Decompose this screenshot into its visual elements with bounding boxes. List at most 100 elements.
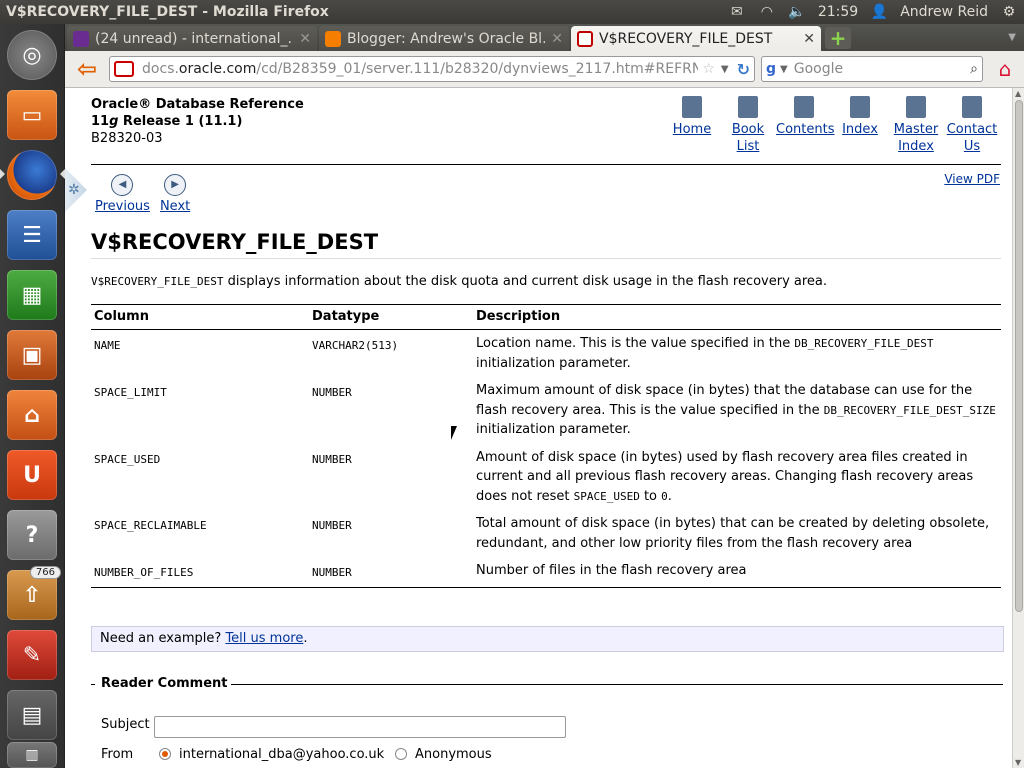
tab-inbox[interactable]: (24 unread) - international_... ✕ <box>67 26 317 51</box>
subject-label: Subject <box>101 717 150 732</box>
nav-contents[interactable]: Contents <box>776 96 834 155</box>
nav-index[interactable]: Index <box>832 96 888 155</box>
nav-link[interactable]: Master <box>894 122 938 137</box>
view-pdf-link[interactable]: View PDF <box>944 172 1000 186</box>
nav-link[interactable]: Contact <box>947 122 998 137</box>
header-datatype: Datatype <box>309 304 473 330</box>
volume-icon[interactable]: 🔈 <box>788 4 806 20</box>
user-icon: 👤 <box>870 4 888 20</box>
help-icon[interactable]: ? <box>7 510 57 560</box>
table-row: NUMBER_OF_FILES NUMBER Number of files in … <box>91 557 1001 588</box>
gear-icon[interactable]: ⚙ <box>1000 4 1018 20</box>
clock[interactable]: 21:59 <box>818 4 858 20</box>
blogger-icon <box>325 30 341 47</box>
url-bar[interactable]: docs.oracle.com/cd/B28359_01/server.111/… <box>109 56 755 82</box>
firefox-icon[interactable] <box>7 150 57 200</box>
table-row: SPACE_USED NUMBER Amount of disk space (in… <box>91 444 1001 511</box>
update-count-badge: 766 <box>29 566 61 579</box>
scrollbar-thumb[interactable] <box>1015 100 1023 612</box>
tell-us-more-link[interactable]: Tell us more <box>225 631 303 646</box>
cell-datatype: NUMBER <box>312 519 352 532</box>
gear-icon: ✲ <box>68 182 80 198</box>
scroll-up-icon[interactable]: ▲ <box>1015 89 1021 98</box>
user-name[interactable]: Andrew Reid <box>900 4 988 20</box>
software-center-icon[interactable]: ⌂ <box>7 390 57 440</box>
window-title: V$RECOVERY_FILE_DEST - Mozilla Firefox <box>6 4 329 20</box>
new-tab-button[interactable]: + <box>825 26 851 50</box>
cell-datatype: NUMBER <box>309 557 473 588</box>
close-icon[interactable]: ✕ <box>803 31 815 47</box>
ubuntu-one-icon[interactable]: U <box>7 450 57 500</box>
mail-icon[interactable]: ✉ <box>728 4 746 20</box>
search-input[interactable]: Google <box>794 61 970 77</box>
table-row: NAME VARCHAR2(513) Location name. This is … <box>91 330 1001 378</box>
example-box: Need an example? Tell us more. <box>91 626 1004 652</box>
dash-home-icon[interactable]: ◎ <box>7 30 57 80</box>
search-bar[interactable]: g ▼ Google ⌕ <box>761 56 983 82</box>
prev-next: ◀ Previous ▶ Next <box>95 174 190 214</box>
nav-book-list[interactable]: Book List <box>720 96 776 155</box>
nav-link[interactable]: Index <box>842 122 878 137</box>
cell-datatype: NUMBER <box>312 452 352 466</box>
sidebar-toggle[interactable]: ✲ <box>65 168 87 212</box>
wifi-icon[interactable]: ◠ <box>758 4 776 20</box>
nav-link[interactable]: Home <box>673 122 711 137</box>
home-button[interactable]: ⌂ <box>991 57 1019 81</box>
anonymous-radio[interactable] <box>395 748 407 760</box>
table-header-row: Column Datatype Description <box>91 304 1001 330</box>
nav-bar: ⇦ docs.oracle.com/cd/B28359_01/server.11… <box>65 51 1024 88</box>
tab-list-icon[interactable]: ▼ <box>1008 32 1016 43</box>
book-list-icon <box>738 96 758 118</box>
trash-icon[interactable]: ▥ <box>7 742 57 768</box>
close-icon[interactable]: ✕ <box>299 31 311 47</box>
history-dropdown-icon[interactable]: ▼ <box>721 64 729 75</box>
page-scrollbar[interactable]: ▲ ▼ <box>1012 88 1024 768</box>
subject-input[interactable] <box>154 716 566 738</box>
launcher: ◎ ▭ ☰ ▦ ▣ ⌂ U ? ⇧ 766 ✎ ▤ ▥ <box>0 24 65 768</box>
email-radio[interactable] <box>159 748 171 760</box>
nav-master-index[interactable]: Master Index <box>888 96 944 155</box>
update-manager-icon[interactable]: ⇧ 766 <box>7 566 61 620</box>
left-arrow-icon: ◀ <box>111 174 134 196</box>
oracle-icon <box>577 30 593 47</box>
cell-column: SPACE_LIMIT <box>94 386 167 399</box>
columns-table: Column Datatype Description NAME VARCHAR2… <box>91 304 1001 588</box>
nav-link[interactable]: Book <box>732 122 764 137</box>
bookmark-star-icon[interactable]: ☆ <box>702 61 715 77</box>
page-title: V$RECOVERY_FILE_DEST <box>91 230 379 254</box>
anonymous-label: Anonymous <box>415 747 492 762</box>
impress-icon[interactable]: ▣ <box>7 330 57 380</box>
reload-icon[interactable]: ↻ <box>737 60 750 79</box>
cell-datatype: NUMBER <box>312 386 352 399</box>
google-icon[interactable]: g <box>766 61 776 77</box>
cell-column: NAME <box>94 339 121 352</box>
search-icon[interactable]: ⌕ <box>970 61 978 77</box>
index-icon <box>850 96 870 118</box>
workspaces-icon[interactable]: ▤ <box>7 690 57 740</box>
files-icon[interactable]: ▭ <box>7 90 57 140</box>
back-button[interactable]: ⇦ <box>69 54 105 84</box>
mouse-cursor <box>451 426 463 440</box>
nav-link[interactable]: Contents <box>776 122 834 137</box>
writer-icon[interactable]: ☰ <box>7 210 57 260</box>
close-icon[interactable]: ✕ <box>551 31 563 47</box>
home-icon: ⌂ <box>998 57 1012 81</box>
cell-column: SPACE_USED <box>94 452 161 466</box>
site-identity-icon[interactable] <box>114 61 134 77</box>
previous-button[interactable]: ◀ Previous <box>95 174 150 214</box>
system-settings-icon[interactable]: ✎ <box>7 630 57 680</box>
right-arrow-icon: ▶ <box>164 174 187 196</box>
release: 11g Release 1 (11.1) <box>91 114 243 129</box>
nav-contact-us[interactable]: Contact Us <box>944 96 1000 155</box>
calc-icon[interactable]: ▦ <box>7 270 57 320</box>
url-text[interactable]: docs.oracle.com/cd/B28359_01/server.111/… <box>142 61 698 77</box>
next-button[interactable]: ▶ Next <box>160 174 190 214</box>
nav-home[interactable]: Home <box>664 96 720 155</box>
scroll-down-icon[interactable]: ▼ <box>1015 758 1021 767</box>
part-number: B28320-03 <box>91 131 163 146</box>
cell-description: Number of files in the flash recovery ar… <box>473 557 1001 588</box>
reader-comment-legend: Reader Comment <box>95 676 231 691</box>
tab-recovery-file-dest[interactable]: V$RECOVERY_FILE_DEST ✕ <box>571 26 821 51</box>
tab-blogger[interactable]: Blogger: Andrew's Oracle Bl... ✕ <box>319 26 569 51</box>
chevron-down-icon[interactable]: ▼ <box>780 64 788 75</box>
